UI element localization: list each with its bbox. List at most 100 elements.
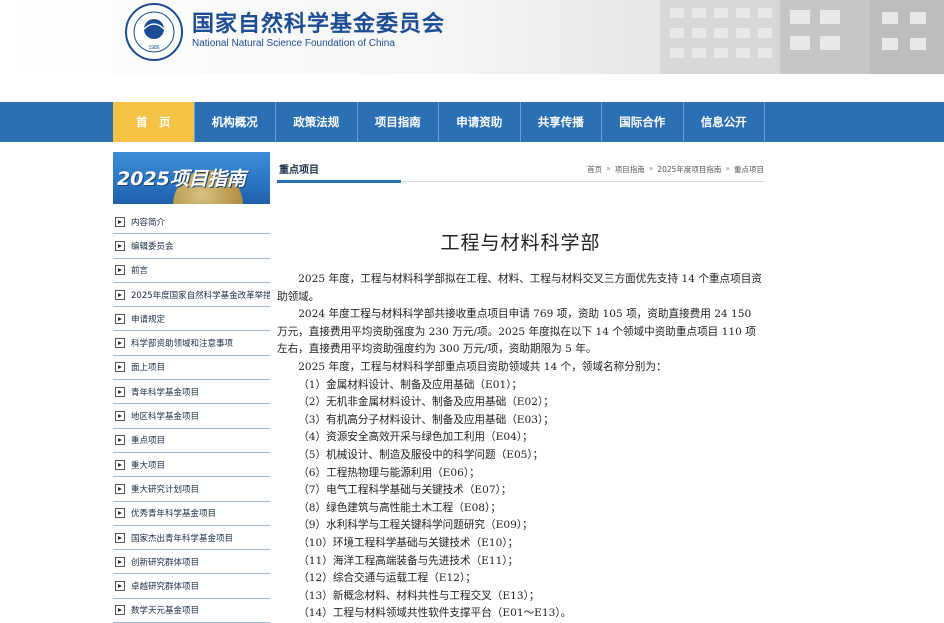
arrow-right-icon (115, 386, 125, 397)
sidebar-item[interactable]: 卓越研究群体项目 (113, 574, 270, 599)
sidebar-item[interactable]: 重大研究计划项目 (113, 477, 270, 502)
sidebar-item[interactable]: 内容简介 (113, 210, 270, 235)
nav-sharing[interactable]: 共享传播 (521, 102, 602, 142)
nsfc-logo[interactable]: 1986 (124, 2, 184, 62)
field-item: （14）工程与材料领域共性软件支撑平台（E01～E13）。 (298, 607, 572, 620)
breadcrumb-project-guide[interactable]: 项目指南 (615, 164, 645, 175)
field-item: （2）无机非金属材料设计、制备及应用基础（E02）； (298, 396, 554, 409)
logo-year: 1986 (148, 45, 159, 51)
nav-international[interactable]: 国际合作 (602, 102, 684, 142)
sidebar-item-label: 青年科学基金项目 (131, 387, 200, 398)
paragraph: 2025 年度，工程与材料科学部拟在工程、材料、工程与材料交叉三方面优先支持 1… (277, 273, 762, 303)
breadcrumb-home[interactable]: 首页 (587, 164, 602, 175)
field-item: （6）工程热物理与能源利用（E06）； (298, 466, 480, 479)
field-item: （12）综合交通与运载工程（E12）； (298, 572, 476, 585)
field-item: （7）电气工程科学基础与关键技术（E07）； (298, 484, 512, 497)
sidebar-item[interactable]: 面上项目 (113, 356, 270, 381)
sidebar-item[interactable]: 数学天元基金项目 (113, 599, 270, 623)
guide-banner[interactable]: 2025项目指南 (113, 152, 270, 204)
field-item: （3）有机高分子材料设计、制备及应用基础（E03）； (298, 413, 554, 426)
page-title: 工程与材料科学部 (440, 232, 601, 254)
sidebar-item-label: 卓越研究群体项目 (131, 582, 200, 593)
nav-home[interactable]: 首 页 (113, 102, 195, 142)
breadcrumb-separator-icon: » (648, 164, 654, 173)
field-item: （10）环境工程科学基础与关键技术（E10）； (298, 536, 519, 549)
sidebar-item-label: 创新研究群体项目 (131, 557, 200, 568)
sidebar-item[interactable]: 重点项目 (113, 429, 270, 453)
main-nav: 首 页 机构概况 政策法规 项目指南 申请资助 共享传播 国际合作 信息公开 (0, 102, 944, 142)
arrow-right-icon (115, 556, 125, 567)
arrow-right-icon (115, 313, 125, 324)
arrow-right-icon (115, 216, 125, 227)
arrow-right-icon (115, 483, 125, 494)
sidebar-item[interactable]: 编辑委员会 (113, 234, 270, 259)
section-header: 重点项目 首页 » 项目指南 » 2025年度项目指南 » 重点项目 (277, 152, 764, 183)
breadcrumb-separator-icon: » (725, 164, 730, 173)
arrow-right-icon (115, 411, 125, 422)
breadcrumb: 首页 » 项目指南 » 2025年度项目指南 » 重点项目 (587, 164, 764, 175)
main-content: 重点项目 首页 » 项目指南 » 2025年度项目指南 » 重点项目 工程与材料… (277, 152, 764, 623)
arrow-right-icon (115, 265, 125, 276)
site-title: 国家自然科学基金委员会 (192, 12, 446, 37)
arrow-right-icon (115, 289, 125, 300)
arrow-right-icon (115, 581, 125, 592)
sidebar-item-label: 内容简介 (131, 217, 166, 228)
arrow-right-icon (115, 532, 125, 543)
paragraph: 2024 年度工程与材料科学部共接收重点项目申请 769 项，资助 105 项，… (277, 308, 756, 356)
breadcrumb-current[interactable]: 重点项目 (734, 164, 764, 175)
sidebar-item[interactable]: 重大项目 (113, 453, 270, 478)
breadcrumb-2025-guide[interactable]: 2025年度项目指南 (657, 164, 721, 175)
nav-about[interactable]: 机构概况 (195, 102, 276, 142)
sidebar-item-label: 重大项目 (131, 460, 166, 471)
sidebar-item-label: 前言 (131, 266, 149, 277)
field-item: （8）绿色建筑与高性能土木工程（E08）； (298, 501, 501, 514)
arrow-right-icon (115, 240, 125, 251)
sidebar-item[interactable]: 申请规定 (113, 307, 270, 332)
field-item: （1）金属材料设计、制备及应用基础（E01）； (298, 378, 523, 391)
arrow-right-icon (115, 605, 125, 616)
banner-title: 2025项目指南 (117, 168, 246, 190)
field-item: （11）海洋工程高端装备与先进技术（E11）； (298, 554, 519, 567)
sidebar-item-label: 科学部资助领域和注意事项 (131, 339, 234, 350)
sidebar-item-label: 国家杰出青年科学基金项目 (131, 533, 234, 544)
sidebar-item[interactable]: 优秀青年科学基金项目 (113, 502, 270, 526)
sidebar-item[interactable]: 国家杰出青年科学基金项目 (113, 526, 270, 551)
sidebar-item-label: 地区科学基金项目 (131, 412, 200, 423)
sidebar-item-label: 编辑委员会 (131, 241, 174, 252)
arrow-right-icon (115, 435, 125, 446)
arrow-right-icon (115, 338, 125, 349)
site-header: 1986 国家自然科学基金委员会 National Natural Scienc… (0, 0, 944, 74)
nav-project-guide[interactable]: 项目指南 (358, 102, 439, 142)
arrow-right-icon (115, 362, 125, 373)
sidebar-item-label: 2025年度国家自然科学基金改革举措 (131, 290, 270, 301)
paragraph: 2025 年度，工程与材料科学部重点项目资助领域共 14 个，领域名称分别为： (298, 360, 667, 373)
site-title-english: National Natural Science Foundation of C… (192, 38, 395, 49)
arrow-right-icon (115, 459, 125, 470)
nav-policies[interactable]: 政策法规 (276, 102, 358, 142)
section-underline (277, 180, 401, 183)
sidebar-item[interactable]: 2025年度国家自然科学基金改革举措 (113, 283, 270, 308)
breadcrumb-separator-icon: » (606, 164, 611, 173)
article-body: 2025 年度，工程与材料科学部拟在工程、材料、工程与材料交叉三方面优先支持 1… (277, 271, 764, 623)
sidebar-item-label: 重大研究计划项目 (131, 484, 200, 495)
field-item: （4）资源安全高效开采与绿色加工利用（E04）； (298, 431, 533, 444)
sidebar-item[interactable]: 地区科学基金项目 (113, 404, 270, 429)
sidebar-item-label: 数学天元基金项目 (131, 606, 200, 617)
arrow-right-icon (115, 508, 125, 519)
sidebar: 2025项目指南 内容简介 编辑委员会 前言 2025年度国家自然科学基金改革举… (113, 152, 270, 623)
sidebar-item-label: 优秀青年科学基金项目 (131, 509, 217, 520)
field-item: （9）水利科学与工程关键科学问题研究（E09）； (298, 519, 533, 532)
sidebar-item-label: 申请规定 (131, 314, 166, 325)
sidebar-item[interactable]: 科学部资助领域和注意事项 (113, 331, 270, 356)
sidebar-menu: 内容简介 编辑委员会 前言 2025年度国家自然科学基金改革举措 申请规定 科学… (113, 210, 270, 623)
sidebar-item-label: 重点项目 (131, 436, 166, 447)
sidebar-item[interactable]: 创新研究群体项目 (113, 550, 270, 575)
nav-disclosure[interactable]: 信息公开 (684, 102, 765, 142)
section-title: 重点项目 (279, 165, 319, 176)
sidebar-item[interactable]: 青年科学基金项目 (113, 380, 270, 405)
building-graphic (660, 0, 944, 74)
field-item: （5）机械设计、制造及服役中的科学问题（E05）； (298, 448, 544, 461)
nav-apply-funding[interactable]: 申请资助 (439, 102, 521, 142)
sidebar-item[interactable]: 前言 (113, 259, 270, 283)
field-item: （13）新概念材料、材料共性与工程交叉（E13）； (298, 589, 540, 602)
